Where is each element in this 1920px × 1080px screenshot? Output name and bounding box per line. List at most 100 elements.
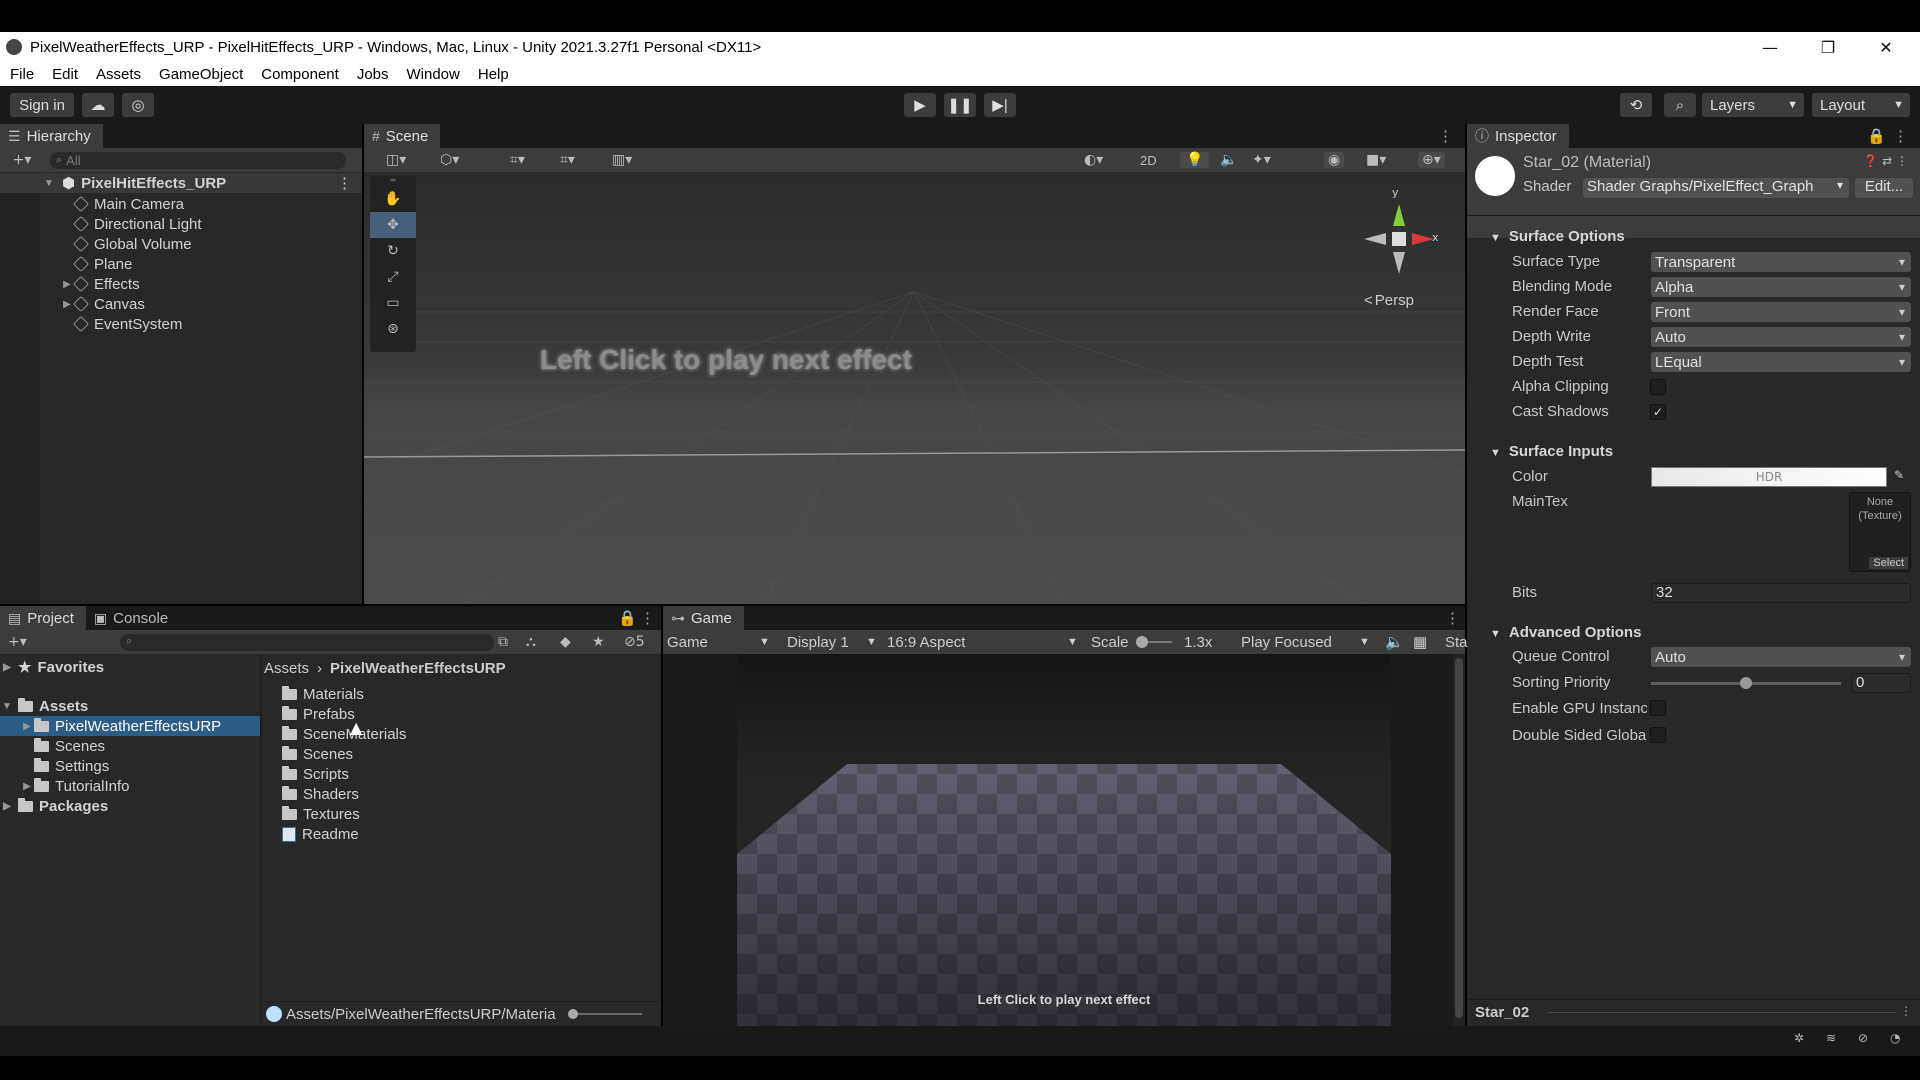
depth-write-dropdown[interactable]: Auto — [1651, 327, 1911, 347]
more-icon[interactable]: ⋮ — [1445, 609, 1460, 627]
scrollbar-thumb[interactable] — [1455, 658, 1463, 1018]
tab-project[interactable]: ▤ Project — [0, 606, 86, 630]
folder-item[interactable]: Materials — [282, 684, 652, 704]
project-tree-item[interactable]: Settings — [0, 756, 260, 776]
queue-control-dropdown[interactable]: Auto — [1651, 647, 1911, 667]
lock-icon[interactable]: 🔒 — [618, 609, 637, 627]
scene-root-row[interactable]: ▼ ⬢ PixelHitEffects_URP ⋮ — [0, 173, 362, 193]
advanced-options-header[interactable]: ▼ Advanced Options — [1490, 624, 1641, 641]
minimize-button[interactable]: — — [1741, 32, 1799, 62]
tab-scene[interactable]: # Scene — [364, 124, 441, 148]
pause-button[interactable]: ❚❚ — [944, 93, 976, 117]
project-tree-item[interactable]: Scenes — [0, 736, 260, 756]
shading-icon[interactable]: ◐▾ — [1084, 152, 1103, 168]
gizmo-table-icon[interactable]: ▦ — [1413, 633, 1427, 651]
more-icon[interactable]: ⋮ — [337, 174, 352, 192]
stats-toggle[interactable]: Sta — [1445, 634, 1468, 651]
collapsed-arrow-icon[interactable]: ▶ — [20, 781, 34, 792]
header-actions-icon[interactable]: ❓ ⇄ ⋮ — [1863, 154, 1908, 168]
folder-item[interactable]: Scripts — [282, 764, 652, 784]
play-button[interactable]: ▶ — [904, 93, 936, 117]
tab-game[interactable]: ⊶ Game — [663, 606, 744, 630]
increment-snap-icon[interactable]: ⌗▾ — [560, 152, 575, 168]
hierarchy-search-input[interactable]: ⌕ All — [50, 151, 346, 169]
project-tree-item[interactable]: ▶ TutorialInfo — [0, 776, 260, 796]
tab-console[interactable]: ▣ Console — [85, 606, 181, 630]
menu-help[interactable]: Help — [478, 66, 509, 83]
color-field[interactable]: HDR — [1651, 467, 1887, 487]
render-face-dropdown[interactable]: Front — [1651, 302, 1911, 322]
menu-component[interactable]: Component — [261, 66, 339, 83]
history-icon[interactable]: ⟲ — [1620, 93, 1652, 117]
breadcrumb-assets[interactable]: Assets — [264, 660, 309, 677]
more-icon[interactable]: ⋮ — [1893, 127, 1908, 145]
close-button[interactable]: ✕ — [1857, 32, 1915, 62]
maintex-slot[interactable]: None (Texture) Select — [1849, 492, 1911, 572]
hand-tool-icon[interactable]: ✋ — [370, 186, 416, 212]
slider-thumb[interactable] — [1740, 677, 1752, 689]
folder-item[interactable]: Shaders — [282, 784, 652, 804]
shader-dropdown[interactable]: Shader Graphs/PixelEffect_Graph ▾ — [1583, 178, 1849, 198]
blending-mode-dropdown[interactable]: Alpha — [1651, 277, 1911, 297]
more-icon[interactable]: ⋮ — [1438, 127, 1453, 145]
sign-in-button[interactable]: Sign in — [10, 93, 74, 117]
tree-splitter[interactable] — [260, 654, 262, 1026]
restore-button[interactable]: ❐ — [1799, 32, 1857, 62]
move-tool-icon[interactable]: ✥ — [370, 212, 416, 238]
alpha-clipping-checkbox[interactable] — [1650, 379, 1666, 395]
breadcrumb-current[interactable]: PixelWeatherEffectsURP — [330, 660, 506, 677]
search-by-type-icon[interactable]: ⧉ — [498, 634, 508, 650]
grid-snap-icon[interactable]: ⌗▾ — [510, 152, 525, 168]
preview-resize-handle[interactable] — [1547, 1012, 1897, 1013]
menu-jobs[interactable]: Jobs — [357, 66, 389, 83]
collapsed-arrow-icon[interactable]: ▶ — [60, 279, 74, 290]
surface-type-dropdown[interactable]: Transparent — [1651, 252, 1911, 272]
lighting-icon[interactable]: 💡 — [1180, 152, 1210, 168]
hierarchy-item[interactable]: ▶ Canvas — [0, 294, 362, 314]
slider-thumb[interactable] — [1136, 636, 1148, 648]
scale-slider[interactable] — [1136, 636, 1172, 648]
collapsed-arrow-icon[interactable]: ▶ — [20, 721, 34, 732]
eyedropper-icon[interactable]: ✎ — [1894, 468, 1904, 482]
depth-test-dropdown[interactable]: LEqual — [1651, 352, 1911, 372]
more-icon[interactable]: ⋮ — [640, 609, 655, 627]
gpu-instancing-checkbox[interactable] — [1650, 700, 1666, 716]
readme-file[interactable]: Readme — [282, 824, 652, 844]
drag-handle-icon[interactable]: ═ — [370, 176, 416, 186]
surface-inputs-header[interactable]: ▼ Surface Inputs — [1490, 443, 1613, 460]
double-sided-gi-checkbox[interactable] — [1650, 727, 1666, 743]
hidden-packages-icon[interactable]: ⊘ 5 — [624, 634, 645, 650]
auto-refresh-icon[interactable]: ◔ — [1890, 1031, 1900, 1045]
game-scrollbar[interactable] — [1453, 654, 1465, 1026]
tab-inspector[interactable]: ⓘ Inspector — [1467, 124, 1569, 148]
menu-file[interactable]: File — [10, 66, 34, 83]
sorting-priority-field[interactable]: 0 — [1851, 673, 1911, 693]
menu-gameobject[interactable]: GameObject — [159, 66, 243, 83]
scale-tool-icon[interactable]: ⤢ — [370, 264, 416, 290]
sorting-priority-slider[interactable] — [1651, 677, 1841, 689]
effects-icon[interactable]: ✦▾ — [1252, 152, 1271, 168]
folder-item[interactable]: SceneMaterials — [282, 724, 652, 744]
mode-2d-toggle[interactable]: 2D — [1140, 153, 1157, 168]
menu-assets[interactable]: Assets — [96, 66, 141, 83]
hierarchy-item[interactable]: Directional Light — [0, 214, 362, 234]
gizmos-icon[interactable]: ⊕▾ — [1418, 152, 1445, 168]
layers-dropdown[interactable]: Layers ▼ — [1702, 93, 1804, 117]
hierarchy-item[interactable]: Main Camera — [0, 194, 362, 214]
filter-type-icon[interactable]: ⛬ — [526, 634, 536, 650]
surface-options-header[interactable]: ▼ Surface Options — [1490, 228, 1625, 245]
hierarchy-item[interactable]: Global Volume — [0, 234, 362, 254]
game-viewport[interactable]: Left Click to play next effect — [663, 654, 1465, 1026]
slider-thumb[interactable] — [568, 1009, 578, 1019]
folder-item[interactable]: Scenes — [282, 744, 652, 764]
cloud-icon[interactable]: ☁ — [82, 93, 114, 117]
packages-row[interactable]: ▶ Packages — [0, 796, 260, 816]
camera-icon[interactable]: ■▾ — [1366, 152, 1386, 168]
tab-hierarchy[interactable]: ☰ Hierarchy — [0, 124, 103, 148]
menu-edit[interactable]: Edit — [52, 66, 78, 83]
maintex-select-button[interactable]: Select — [1869, 557, 1908, 569]
project-search-input[interactable]: ⌕ — [120, 634, 494, 651]
step-button[interactable]: ▶| — [984, 93, 1016, 117]
edit-shader-button[interactable]: Edit... — [1855, 178, 1913, 198]
aspect-dropdown[interactable]: 16:9 Aspect — [887, 634, 965, 651]
